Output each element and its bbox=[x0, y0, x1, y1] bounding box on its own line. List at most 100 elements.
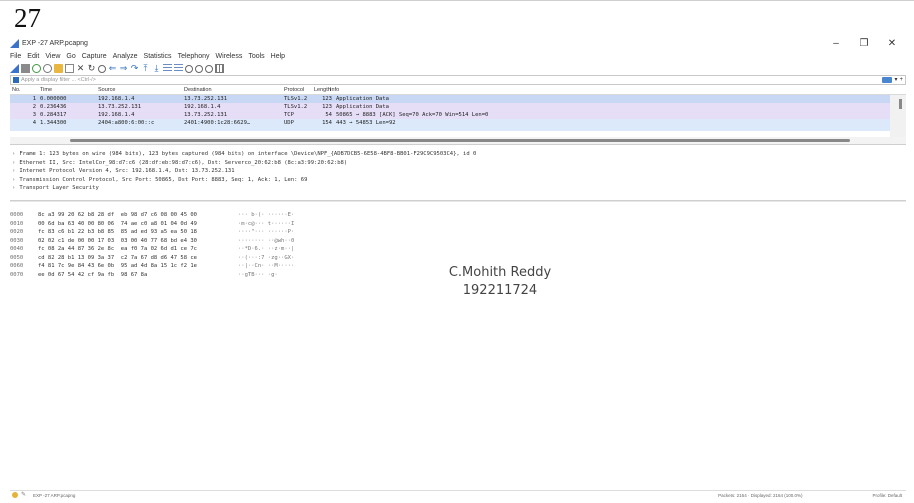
packet-length: 154 bbox=[322, 120, 332, 126]
menu-statistics[interactable]: Statistics bbox=[144, 53, 172, 60]
packet-list-scrollbar[interactable] bbox=[899, 99, 902, 109]
packet-row[interactable]: 1 0.000000 192.168.1.4 13.73.252.131 TLS… bbox=[10, 95, 890, 103]
add-filter-button-icon[interactable]: + bbox=[899, 77, 903, 83]
edit-comment-icon[interactable]: ✎ bbox=[21, 492, 27, 498]
menu-capture[interactable]: Capture bbox=[82, 53, 107, 60]
zoom-normal-icon[interactable] bbox=[205, 64, 213, 73]
column-info[interactable]: Info bbox=[330, 87, 906, 93]
byte-row[interactable]: 0030 02 02 c1 de 00 00 17 03 03 00 40 77 … bbox=[10, 238, 906, 247]
restart-capture-icon[interactable] bbox=[32, 64, 41, 73]
column-length[interactable]: Length bbox=[314, 87, 331, 93]
byte-ascii: ··|··Cn· ··M····· bbox=[238, 263, 295, 269]
menu-help[interactable]: Help bbox=[271, 53, 285, 60]
column-no[interactable]: No. bbox=[10, 87, 40, 93]
chevron-right-icon[interactable]: › bbox=[12, 160, 15, 166]
detail-text: Internet Protocol Version 4, Src: 192.16… bbox=[19, 168, 235, 175]
zoom-out-icon[interactable] bbox=[195, 64, 203, 73]
packet-row-partial[interactable] bbox=[10, 127, 890, 131]
zoom-in-icon[interactable] bbox=[185, 64, 193, 73]
packet-protocol: TLSv1.2 bbox=[284, 104, 308, 110]
menu-go[interactable]: Go bbox=[66, 53, 75, 60]
chevron-right-icon[interactable]: › bbox=[12, 185, 15, 191]
packet-row[interactable]: 4 1.344300 2404:a800:6:00::c 2401:4900:1… bbox=[10, 119, 890, 127]
start-capture-icon[interactable] bbox=[10, 64, 19, 73]
colorize-icon[interactable] bbox=[174, 64, 183, 73]
filter-placeholder[interactable]: Apply a display filter ... <Ctrl-/> bbox=[21, 77, 96, 83]
display-filter-bar[interactable]: Apply a display filter ... <Ctrl-/> ▾ + bbox=[10, 75, 906, 85]
close-button[interactable]: ✕ bbox=[878, 38, 906, 49]
apply-filter-icon[interactable] bbox=[882, 77, 893, 83]
byte-ascii: ··(···:7 ·zg··GX· bbox=[238, 254, 295, 261]
chevron-right-icon[interactable]: › bbox=[12, 151, 15, 157]
minimize-button[interactable]: – bbox=[822, 38, 850, 49]
detail-text: Frame 1: 123 bytes on wire (984 bits), 1… bbox=[19, 151, 477, 157]
detail-row-ip[interactable]: › Internet Protocol Version 4, Src: 192.1… bbox=[10, 168, 906, 177]
column-protocol[interactable]: Protocol bbox=[284, 87, 314, 93]
column-destination[interactable]: Destination bbox=[184, 87, 284, 93]
detail-row-ethernet[interactable]: › Ethernet II, Src: IntelCor_98:d7:c6 (28… bbox=[10, 160, 906, 169]
find-packet-icon[interactable] bbox=[98, 64, 106, 73]
byte-offset: 0010 bbox=[10, 220, 24, 227]
detail-row-tcp[interactable]: › Transmission Control Protocol, Src Port… bbox=[10, 177, 906, 186]
byte-hex: fc 83 c6 b1 22 b3 b8 85 85 ad ed 93 a5 e… bbox=[38, 229, 197, 235]
byte-row[interactable]: 0020 fc 83 c6 b1 22 b3 b8 85 85 ad ed 93 … bbox=[10, 229, 906, 238]
filter-dropdown-icon[interactable]: ▾ bbox=[894, 77, 897, 83]
packet-row[interactable]: 2 0.236436 13.73.252.131 192.168.1.4 TLS… bbox=[10, 103, 890, 111]
byte-ascii: ··*D·6.· ··z·m··| bbox=[238, 246, 295, 252]
menu-edit[interactable]: Edit bbox=[27, 53, 39, 60]
packet-destination: 2401:4900:1c28:6629… bbox=[184, 120, 251, 126]
menu-tools[interactable]: Tools bbox=[248, 53, 264, 60]
maximize-button[interactable]: ❐ bbox=[850, 38, 878, 49]
packet-row[interactable]: 3 0.284317 192.168.1.4 13.73.252.131 TCP… bbox=[10, 111, 890, 119]
byte-ascii: ········ ··@wh··0 bbox=[238, 237, 295, 244]
byte-row[interactable]: 0010 00 6d ba 63 40 00 80 06 74 ae c0 a8 … bbox=[10, 221, 906, 230]
column-time[interactable]: Time bbox=[40, 87, 98, 93]
capture-options-icon[interactable] bbox=[43, 64, 52, 73]
first-packet-icon[interactable]: ⤒ bbox=[141, 64, 150, 73]
detail-row-tls[interactable]: › Transport Layer Security bbox=[10, 185, 906, 194]
main-toolbar: ✕ ↻ ⇐ ⇒ ↷ ⤒ ⤓ bbox=[10, 62, 906, 75]
detail-text: Transmission Control Protocol, Src Port:… bbox=[19, 176, 308, 183]
last-packet-icon[interactable]: ⤓ bbox=[152, 64, 161, 73]
packet-info: Application Data bbox=[336, 104, 389, 110]
expert-info-icon[interactable] bbox=[12, 492, 18, 498]
byte-hex: 8c a3 99 20 62 b8 28 df eb 98 d7 c6 08 0… bbox=[38, 212, 197, 218]
packet-protocol: TCP bbox=[284, 112, 294, 118]
status-profile[interactable]: Profile: Default bbox=[872, 493, 902, 498]
autoscroll-icon[interactable] bbox=[163, 64, 172, 73]
packet-destination: 13.73.252.131 bbox=[184, 96, 228, 102]
wireshark-fin-icon bbox=[10, 39, 19, 48]
go-to-packet-icon[interactable]: ↷ bbox=[130, 64, 139, 73]
menu-view[interactable]: View bbox=[45, 53, 60, 60]
byte-row[interactable]: 0050 cd 82 28 b1 13 09 3a 37 c2 7a 67 d8 … bbox=[10, 255, 906, 264]
detail-row-frame[interactable]: › Frame 1: 123 bytes on wire (984 bits), … bbox=[10, 151, 906, 160]
byte-hex: ee 0d 67 54 42 cf 9a fb 98 67 8a bbox=[38, 271, 148, 278]
chevron-right-icon[interactable]: › bbox=[12, 168, 15, 174]
packet-length: 123 bbox=[322, 104, 332, 110]
bookmark-filter-icon[interactable] bbox=[13, 77, 19, 83]
byte-row[interactable]: 0000 8c a3 99 20 62 b8 28 df eb 98 d7 c6 … bbox=[10, 212, 906, 221]
go-forward-icon[interactable]: ⇒ bbox=[119, 64, 128, 73]
packet-list: 1 0.000000 192.168.1.4 13.73.252.131 TLS… bbox=[10, 95, 906, 137]
packet-list-hscrollbar[interactable] bbox=[10, 137, 906, 145]
menu-analyze[interactable]: Analyze bbox=[113, 53, 138, 60]
menu-wireless[interactable]: Wireless bbox=[215, 53, 242, 60]
packet-length: 54 bbox=[325, 112, 332, 118]
save-file-icon[interactable] bbox=[65, 64, 74, 73]
menu-file[interactable]: File bbox=[10, 53, 21, 60]
packet-details-pane: › Frame 1: 123 bytes on wire (984 bits), … bbox=[10, 145, 906, 201]
menu-telephony[interactable]: Telephony bbox=[178, 53, 210, 60]
stop-capture-icon[interactable] bbox=[21, 64, 30, 73]
byte-ascii: ··gTB··· ·g· bbox=[238, 271, 278, 278]
reload-file-icon[interactable]: ↻ bbox=[87, 64, 96, 73]
packet-time: 0.000000 bbox=[40, 96, 67, 102]
byte-hex: cd 82 28 b1 13 09 3a 37 c2 7a 67 d8 d6 4… bbox=[38, 254, 197, 261]
column-source[interactable]: Source bbox=[98, 87, 184, 93]
byte-row[interactable]: 0040 fc 08 2a 44 87 36 2e 8c ea f0 7a 02 … bbox=[10, 246, 906, 255]
open-file-icon[interactable] bbox=[54, 64, 63, 73]
packet-info: 50865 → 8883 [ACK] Seq=70 Ack=70 Win=514… bbox=[336, 112, 489, 118]
chevron-right-icon[interactable]: › bbox=[12, 177, 15, 183]
go-back-icon[interactable]: ⇐ bbox=[108, 64, 117, 73]
resize-columns-icon[interactable] bbox=[215, 64, 224, 73]
close-file-icon[interactable]: ✕ bbox=[76, 64, 85, 73]
